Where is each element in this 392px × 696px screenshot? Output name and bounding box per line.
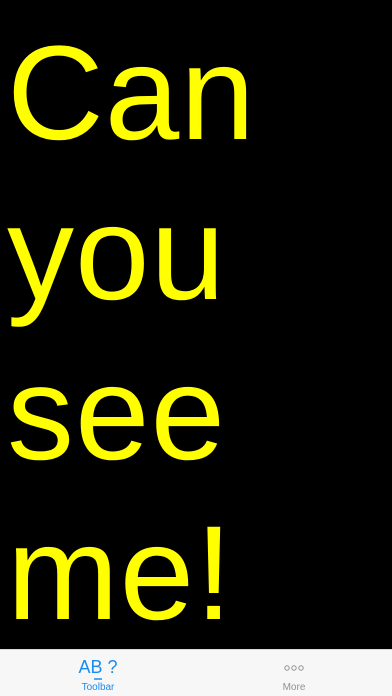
tab-toolbar-label: Toolbar bbox=[81, 682, 115, 693]
app-screen: Can you see me! AB ? Toolbar More bbox=[0, 0, 392, 696]
more-dots-icon bbox=[196, 654, 392, 682]
text-display-area[interactable]: Can you see me! bbox=[0, 0, 392, 649]
tab-more-label: More bbox=[282, 682, 306, 693]
tab-bar: AB ? Toolbar More bbox=[0, 649, 392, 696]
tab-toolbar[interactable]: AB ? Toolbar bbox=[0, 650, 196, 696]
ab-question-icon: AB ? bbox=[0, 654, 196, 682]
display-text: Can you see me! bbox=[7, 19, 256, 648]
ab-question-icon-text: AB ? bbox=[78, 657, 117, 677]
tab-more[interactable]: More bbox=[196, 650, 392, 696]
